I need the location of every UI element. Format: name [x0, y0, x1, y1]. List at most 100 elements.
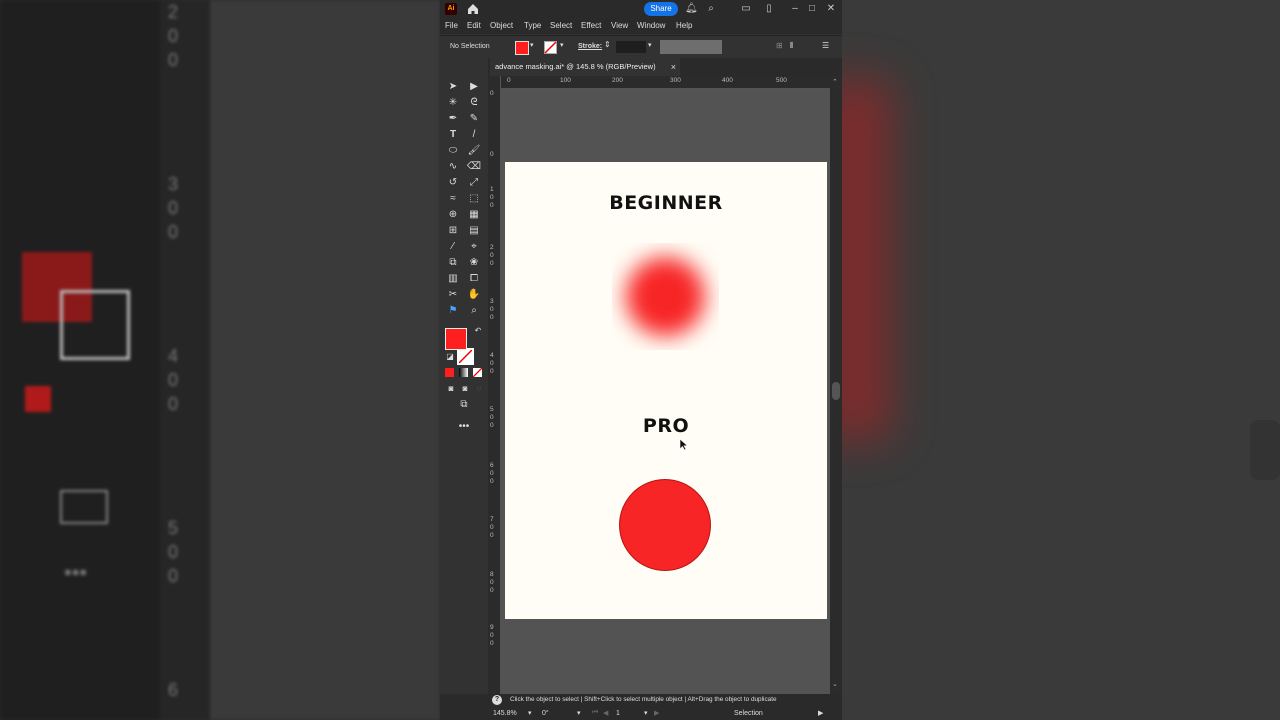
- rotation-dropdown-icon[interactable]: ▾: [577, 709, 581, 717]
- help-icon[interactable]: ?: [492, 695, 502, 705]
- ruler-label: 400: [722, 77, 733, 84]
- stroke-dropdown-icon[interactable]: ▾: [560, 41, 564, 49]
- eraser-tool-icon[interactable]: ⌫: [466, 160, 482, 174]
- ruler-label: 0: [490, 151, 494, 158]
- menu-view[interactable]: View: [611, 21, 628, 30]
- menu-effect[interactable]: Effect: [581, 21, 601, 30]
- hand-tool-icon[interactable]: ✋: [466, 288, 482, 302]
- gradient-tool-icon[interactable]: ▤: [466, 224, 482, 238]
- fill-swatch[interactable]: [515, 41, 529, 55]
- home-icon[interactable]: [466, 2, 480, 16]
- distribute-icon[interactable]: ⫴: [790, 41, 793, 51]
- ellipse-tool-icon[interactable]: ⬭: [445, 144, 461, 158]
- edit-toolbar-icon[interactable]: •••: [456, 420, 472, 434]
- previous-artboard-icon[interactable]: ◀: [603, 709, 608, 717]
- scale-tool-icon[interactable]: ⤢: [466, 176, 482, 190]
- slice-tool-icon[interactable]: ✂: [445, 288, 461, 302]
- rotate-tool-icon[interactable]: ↺: [445, 176, 461, 190]
- menu-edit[interactable]: Edit: [467, 21, 481, 30]
- artboard-tool-icon[interactable]: ⧠: [466, 272, 482, 286]
- mesh-tool-icon[interactable]: ⊞: [445, 224, 461, 238]
- menu-help[interactable]: Help: [676, 21, 692, 30]
- ruler-label: 5 0 0: [490, 406, 494, 429]
- close-tab-icon[interactable]: ×: [671, 58, 676, 76]
- first-artboard-icon[interactable]: ⏮: [592, 709, 598, 717]
- scroll-down-icon[interactable]: ⌄: [832, 680, 838, 688]
- panel-menu-icon[interactable]: ☰: [822, 41, 829, 50]
- zoom-tool-icon[interactable]: ⌕: [466, 304, 482, 318]
- notifications-icon[interactable]: 🔔︎: [685, 3, 698, 15]
- artboard[interactable]: BEGINNER PRO: [505, 162, 827, 619]
- change-screen-mode-icon[interactable]: ⧉: [456, 398, 472, 412]
- measure-tool-icon[interactable]: ⌖: [466, 240, 482, 254]
- curvature-tool-icon[interactable]: ✎: [466, 112, 482, 126]
- menu-type[interactable]: Type: [524, 21, 541, 30]
- menu-select[interactable]: Select: [550, 21, 572, 30]
- sharp-circle[interactable]: [620, 480, 710, 570]
- vertical-scrollbar[interactable]: ⌃ ⌄: [830, 76, 842, 694]
- free-transform-tool-icon[interactable]: ⬚: [466, 192, 482, 206]
- graph-tool-icon[interactable]: ▥: [445, 272, 461, 286]
- selection-tool-icon[interactable]: ➤: [445, 80, 461, 94]
- line-tool-icon[interactable]: /: [466, 128, 482, 142]
- arrange-documents-icon[interactable]: ▯: [763, 3, 775, 15]
- zoom-dropdown-icon[interactable]: ▾: [528, 709, 532, 717]
- next-artboard-icon[interactable]: ▶: [654, 709, 659, 717]
- menu-window[interactable]: Window: [637, 21, 665, 30]
- swap-colors-icon[interactable]: ↶: [470, 324, 486, 338]
- stroke-weight-input[interactable]: [616, 41, 646, 53]
- shape-builder-tool-icon[interactable]: ⊕: [445, 208, 461, 222]
- minimize-icon[interactable]: –: [789, 3, 801, 15]
- maximize-icon[interactable]: □: [806, 3, 818, 15]
- lasso-tool-icon[interactable]: ᘓ: [466, 96, 482, 110]
- zoom-level[interactable]: 145.8%: [493, 710, 517, 717]
- workspace-icon[interactable]: ▭: [740, 3, 752, 15]
- fill-color-box[interactable]: [445, 328, 467, 350]
- scroll-up-icon[interactable]: ⌃: [832, 78, 838, 86]
- share-button[interactable]: Share: [644, 2, 678, 16]
- search-icon[interactable]: ⌕: [705, 3, 717, 15]
- stroke-color-box[interactable]: [457, 348, 474, 365]
- fill-dropdown-icon[interactable]: ▾: [530, 41, 534, 49]
- scroll-thumb[interactable]: [832, 382, 840, 400]
- color-mode-button[interactable]: [445, 368, 454, 377]
- blurred-circle: [626, 257, 705, 336]
- eyedropper-tool-icon[interactable]: ⁄: [445, 240, 461, 254]
- stroke-stepper[interactable]: ⇕: [604, 40, 611, 49]
- paintbrush-tool-icon[interactable]: 🖌︎: [466, 144, 482, 158]
- type-tool-icon[interactable]: T: [445, 128, 461, 142]
- stroke-swatch[interactable]: [544, 41, 557, 54]
- perspective-grid-tool-icon[interactable]: ▦: [466, 208, 482, 222]
- symbol-sprayer-tool-icon[interactable]: ❀: [466, 256, 482, 270]
- magic-wand-tool-icon[interactable]: ✳: [445, 96, 461, 110]
- rotation-value[interactable]: 0°: [542, 710, 549, 717]
- default-colors-icon[interactable]: ◪: [442, 350, 458, 364]
- variable-width-profile[interactable]: [660, 40, 722, 54]
- close-window-icon[interactable]: ✕: [825, 3, 837, 15]
- ruler-label: 300: [670, 77, 681, 84]
- stroke-weight-dropdown-icon[interactable]: ▾: [648, 41, 652, 49]
- status-bar: ? Click the object to select | Shift+Cli…: [440, 694, 842, 720]
- menu-object[interactable]: Object: [490, 21, 513, 30]
- gradient-mode-button[interactable]: [459, 368, 468, 377]
- artboard-dropdown-icon[interactable]: ▾: [644, 709, 648, 717]
- document-tab[interactable]: advance masking.ai* @ 145.8 % (RGB/Previ…: [490, 58, 680, 76]
- blurred-circle-clip[interactable]: [612, 243, 719, 350]
- align-icon[interactable]: ⊞: [776, 41, 783, 50]
- ruler-label: 0: [490, 90, 494, 97]
- status-menu-icon[interactable]: ▶: [818, 709, 823, 717]
- shaper-tool-icon[interactable]: ∿: [445, 160, 461, 174]
- background-more-icon: •••: [64, 560, 88, 585]
- menu-file[interactable]: File: [445, 21, 458, 30]
- flag-tool-icon[interactable]: ⚑: [445, 304, 461, 318]
- pen-tool-icon[interactable]: ✒: [445, 112, 461, 126]
- title-bar: Ai Share 🔔︎ ⌕ ▭ ▯ – □ ✕: [440, 0, 842, 18]
- draw-inside-icon[interactable]: ◌: [471, 382, 487, 396]
- artboard-number[interactable]: 1: [616, 710, 620, 717]
- blend-tool-icon[interactable]: ⧉: [445, 256, 461, 270]
- warp-tool-icon[interactable]: ≈: [445, 192, 461, 206]
- direct-selection-tool-icon[interactable]: ▶: [466, 80, 482, 94]
- stroke-label[interactable]: Stroke:: [578, 43, 602, 50]
- ruler-label: 500: [776, 77, 787, 84]
- none-mode-button[interactable]: [473, 368, 482, 377]
